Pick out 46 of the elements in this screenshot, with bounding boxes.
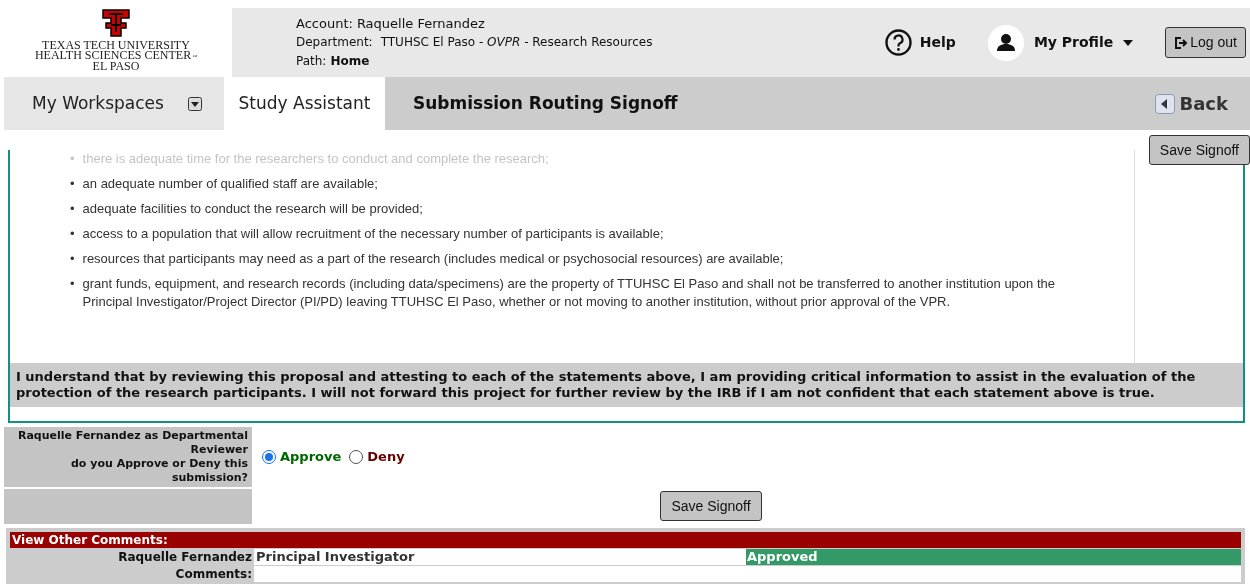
department-name: TTUHSC El Paso - OVPR - Research Resources (380, 34, 653, 51)
comments-header: View Other Comments: (10, 532, 1241, 548)
logo-icon (101, 8, 131, 38)
radio-label: Deny (367, 448, 405, 467)
requirement-item: an adequate number of qualified staff are available; (82, 175, 378, 193)
department-label: Department: (296, 34, 373, 51)
bullet-marker: • (70, 150, 75, 168)
comments-label: Comments: (174, 566, 253, 582)
requirement-item: access to a population that will allow recruitment of the necessary number of participants is available; (82, 225, 664, 243)
attestation-statement: I understand that by reviewing this proposal and attesting to each of the statements above, I am providing critical information to assist in the evaluation of the protection of the research participants. I will not forward this project for further review by the IRB if I am not confident that each statement above is true. (10, 363, 1243, 407)
radio-label: Approve (280, 448, 342, 467)
logout-icon (1174, 35, 1189, 50)
save-signoff-button[interactable]: Save Signoff (660, 491, 762, 521)
back-button[interactable]: Back (1155, 90, 1228, 117)
requirement-item: grant funds, equipment, and research records (including data/specimens) are the property of TTUHSC El Paso and shall not be transferred to another institution upon the Principal Investigator/Project Director (PI/PD) leaving TTUHSC El Paso, whether or not moving to another institution, without prior approval of the VPR. (82, 275, 1056, 311)
home-link[interactable]: Home (330, 53, 370, 70)
help-icon (884, 29, 912, 56)
workspace-tab[interactable]: My Workspaces (4, 77, 224, 130)
bullet-marker: • (70, 250, 75, 268)
bullet-marker: • (70, 275, 75, 293)
radio-button[interactable] (349, 450, 364, 464)
bullet-marker: • (70, 200, 75, 218)
commenter-name: Raquelle Fernandez (117, 549, 253, 565)
profile-menu[interactable]: My Profile (987, 24, 1134, 61)
status-cell: Approved (746, 549, 1241, 565)
account-label: Account: (296, 15, 353, 32)
radio-button[interactable] (262, 450, 276, 464)
requirement-item: adequate facilities to conduct the research will be provided; (82, 200, 423, 218)
commenter-role: Principal Investigator (254, 549, 746, 565)
bullet-marker: • (70, 225, 75, 243)
logo-text: EL PASO (92, 61, 140, 71)
path-label: Path: (296, 53, 327, 70)
logo-text: TEXAS TECH UNIVERSITY (42, 40, 190, 50)
account-name: Raquelle Fernandez (356, 15, 485, 32)
bullet-marker: • (70, 175, 75, 193)
requirement-item: resources that participants may need as a part of the research (includes medical or psychosocial resources) are available; (82, 250, 784, 268)
avatar-icon (987, 24, 1024, 61)
save-signoff-button[interactable]: Save Signoff (1148, 135, 1250, 165)
workspace-tab[interactable]: Study Assistant (224, 77, 385, 130)
signoff-question: do you Approve or Deny this submission? (70, 457, 248, 485)
logout-button[interactable]: Log out (1165, 27, 1246, 58)
logo-text: HEALTH SCIENCES CENTER (34, 50, 192, 60)
dropdown-icon (187, 96, 202, 111)
help-button[interactable]: Help (884, 29, 956, 56)
page-title: Submission Routing Signoff (413, 91, 678, 115)
caret-icon (1123, 39, 1134, 46)
